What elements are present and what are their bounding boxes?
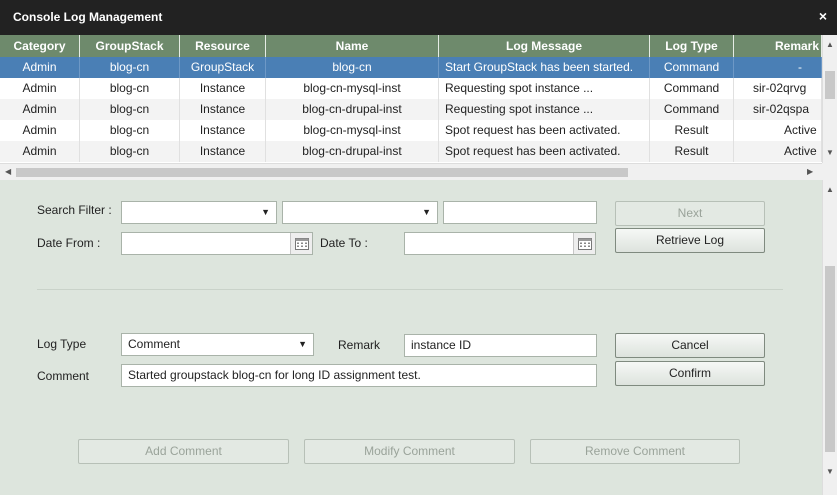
search-filter-select-2[interactable]: ▼ (282, 201, 438, 224)
date-to-field[interactable] (404, 232, 596, 255)
cell-groupstack: blog-cn (80, 141, 180, 162)
comment-label: Comment (37, 369, 90, 383)
scroll-right-icon[interactable]: ▶ (807, 167, 813, 176)
column-header-groupstack[interactable]: GroupStack (80, 35, 180, 57)
date-from-label: Date From : (37, 236, 101, 250)
panel-vertical-scrollbar[interactable]: ▲ ▼ (822, 180, 837, 495)
cell-resource: Instance (180, 99, 266, 120)
cell-groupstack: blog-cn (80, 78, 180, 99)
cell-log-type: Result (650, 120, 734, 141)
add-comment-button[interactable]: Add Comment (78, 439, 289, 464)
column-header-log-type[interactable]: Log Type (650, 35, 734, 57)
grid-horizontal-scrollbar[interactable]: ◀ ▶ (0, 163, 822, 180)
column-header-remark[interactable]: Remark (734, 35, 822, 57)
search-filter-select-1[interactable]: ▼ (121, 201, 277, 224)
date-to-label: Date To : (320, 236, 368, 250)
confirm-button[interactable]: Confirm (615, 361, 765, 386)
close-icon[interactable]: × (819, 8, 827, 24)
cell-category: Admin (0, 78, 80, 99)
column-header-name[interactable]: Name (266, 35, 439, 57)
retrieve-log-button[interactable]: Retrieve Log (615, 228, 765, 253)
log-type-select[interactable]: Comment ▼ (121, 333, 314, 356)
log-edit-panel: Search Filter : ▼ ▼ Next Date From : Dat… (0, 180, 822, 495)
search-filter-label: Search Filter : (37, 203, 112, 217)
comment-input[interactable]: Started groupstack blog-cn for long ID a… (121, 364, 597, 387)
cell-log-type: Command (650, 99, 734, 120)
calendar-icon[interactable] (573, 233, 595, 254)
cell-remark: sir-02qspa (734, 99, 822, 120)
cell-category: Admin (0, 141, 80, 162)
dropdown-caret-icon: ▼ (298, 339, 307, 349)
cell-resource: Instance (180, 141, 266, 162)
cell-groupstack: blog-cn (80, 120, 180, 141)
calendar-icon[interactable] (290, 233, 312, 254)
table-row[interactable]: Admin blog-cn Instance blog-cn-mysql-ins… (0, 78, 822, 99)
table-row[interactable]: Admin blog-cn Instance blog-cn-drupal-in… (0, 99, 822, 120)
cell-groupstack: blog-cn (80, 99, 180, 120)
table-row[interactable]: Admin blog-cn GroupStack blog-cn Start G… (0, 57, 822, 78)
title-bar: Console Log Management × (0, 0, 837, 35)
window-title: Console Log Management (13, 10, 163, 24)
cell-log-type: Result (650, 141, 734, 162)
dropdown-caret-icon: ▼ (422, 207, 431, 217)
scroll-up-icon[interactable]: ▲ (826, 40, 834, 49)
next-button[interactable]: Next (615, 201, 765, 226)
cell-resource: Instance (180, 120, 266, 141)
cell-log-type: Command (650, 57, 734, 78)
table-row[interactable]: Admin blog-cn Instance blog-cn-drupal-in… (0, 141, 822, 162)
cell-name: blog-cn (266, 57, 439, 78)
grid-vertical-scrollbar[interactable]: ▲ ▼ (822, 35, 837, 163)
column-header-log-message[interactable]: Log Message (439, 35, 650, 57)
cell-category: Admin (0, 120, 80, 141)
scroll-up-icon[interactable]: ▲ (826, 185, 834, 194)
log-grid: Category GroupStack Resource Name Log Me… (0, 35, 837, 163)
cell-remark: - (734, 57, 822, 78)
scrollbar-thumb[interactable] (16, 168, 628, 177)
date-from-field[interactable] (121, 232, 313, 255)
scroll-left-icon[interactable]: ◀ (5, 167, 11, 176)
cell-log-message: Spot request has been activated. (439, 141, 650, 162)
cancel-button[interactable]: Cancel (615, 333, 765, 358)
grid-header: Category GroupStack Resource Name Log Me… (0, 35, 822, 57)
cell-log-message: Spot request has been activated. (439, 120, 650, 141)
scroll-down-icon[interactable]: ▼ (826, 148, 834, 157)
log-type-label: Log Type (37, 337, 87, 351)
column-header-resource[interactable]: Resource (180, 35, 266, 57)
cell-log-type: Command (650, 78, 734, 99)
cell-resource: GroupStack (180, 57, 266, 78)
search-filter-input[interactable] (443, 201, 597, 224)
remark-input[interactable]: instance ID (404, 334, 597, 357)
scroll-down-icon[interactable]: ▼ (826, 467, 834, 476)
cell-resource: Instance (180, 78, 266, 99)
scrollbar-corner (822, 163, 837, 180)
cell-groupstack: blog-cn (80, 57, 180, 78)
cell-name: blog-cn-drupal-inst (266, 99, 439, 120)
cell-log-message: Start GroupStack has been started. (439, 57, 650, 78)
cell-remark: Active (734, 141, 822, 162)
section-divider (37, 289, 783, 290)
cell-log-message: Requesting spot instance ... (439, 78, 650, 99)
table-row[interactable]: Admin blog-cn Instance blog-cn-mysql-ins… (0, 120, 822, 141)
scrollbar-thumb[interactable] (825, 71, 835, 99)
cell-name: blog-cn-drupal-inst (266, 141, 439, 162)
modify-comment-button[interactable]: Modify Comment (304, 439, 515, 464)
remark-label: Remark (338, 338, 381, 352)
dropdown-caret-icon: ▼ (261, 207, 270, 217)
remove-comment-button[interactable]: Remove Comment (530, 439, 740, 464)
cell-name: blog-cn-mysql-inst (266, 78, 439, 99)
column-header-category[interactable]: Category (0, 35, 80, 57)
cell-remark: Active (734, 120, 822, 141)
cell-category: Admin (0, 57, 80, 78)
cell-name: blog-cn-mysql-inst (266, 120, 439, 141)
scrollbar-thumb[interactable] (825, 266, 835, 452)
cell-log-message: Requesting spot instance ... (439, 99, 650, 120)
cell-remark: sir-02qrvg (734, 78, 822, 99)
cell-category: Admin (0, 99, 80, 120)
